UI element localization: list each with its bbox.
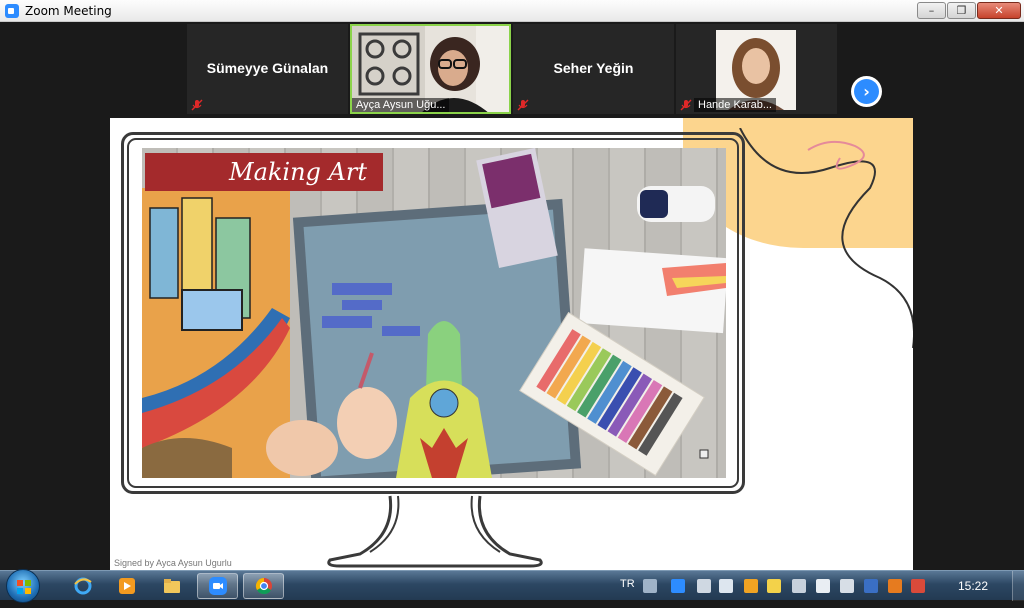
keyboard-icon[interactable] xyxy=(643,579,657,593)
zoom-tray-icon[interactable] xyxy=(671,579,685,593)
minimize-button[interactable]: – xyxy=(917,2,946,19)
mic-muted-icon xyxy=(517,99,529,111)
power-icon[interactable] xyxy=(816,579,830,593)
participant-name: Ayça Aysun Uğu... xyxy=(352,98,450,112)
folder-icon xyxy=(163,579,180,593)
participant-tile[interactable]: Sümeyye Günalan xyxy=(187,24,348,114)
show-desktop-button[interactable] xyxy=(1012,571,1024,601)
chrome-icon xyxy=(255,577,272,595)
zoom-app-icon xyxy=(5,3,19,18)
speaker-icon[interactable] xyxy=(840,579,854,593)
mic-muted-icon xyxy=(191,99,203,111)
notification-icon[interactable] xyxy=(744,579,758,593)
app-tray-icon[interactable] xyxy=(864,579,878,593)
participant-tile[interactable]: Hande Karab... xyxy=(676,24,837,114)
chevron-right-icon: › xyxy=(854,79,879,104)
display-icon[interactable] xyxy=(792,579,806,593)
next-participants-button[interactable]: › xyxy=(851,76,882,107)
start-button[interactable] xyxy=(6,569,40,603)
windows-taskbar: TR 15:22 xyxy=(0,569,1024,603)
art-video-frame: Making Art xyxy=(142,148,726,478)
internet-explorer-icon xyxy=(73,577,92,595)
mic-muted-icon xyxy=(680,99,692,111)
close-button[interactable]: ✕ xyxy=(977,2,1021,19)
zoom-meeting-area: Sümeyye Günalan Ayça Aysun Uğu... Seher … xyxy=(0,22,1024,570)
taskbar-file-explorer[interactable] xyxy=(151,573,192,599)
window-controls: – ❐ ✕ xyxy=(917,2,1021,19)
volume-icon[interactable] xyxy=(719,579,733,593)
taskbar-chrome[interactable] xyxy=(243,573,284,599)
video-title-banner: Making Art xyxy=(145,153,383,191)
shared-screen: Making Art Signed by Ayca Aysun Ugurlu xyxy=(110,118,913,570)
participant-tile[interactable]: Seher Yeğin xyxy=(513,24,674,114)
participant-name: Seher Yeğin xyxy=(553,60,634,76)
window-title: Zoom Meeting xyxy=(25,3,112,18)
art-video-content xyxy=(142,148,726,478)
participant-name: Hande Karab... xyxy=(694,98,776,112)
windows-logo-icon xyxy=(17,580,31,594)
office-tray-icon[interactable] xyxy=(888,579,902,593)
media-player-icon xyxy=(118,578,135,594)
taskbar-internet-explorer[interactable] xyxy=(62,573,103,599)
taskbar-zoom[interactable] xyxy=(197,573,238,599)
participant-tile-active-speaker[interactable]: Ayça Aysun Uğu... xyxy=(350,24,511,114)
zoom-icon xyxy=(208,577,227,595)
window-titlebar: Zoom Meeting – ❐ ✕ xyxy=(0,0,1024,22)
taskbar-clock[interactable]: 15:22 xyxy=(958,579,988,593)
language-indicator[interactable]: TR xyxy=(620,578,635,590)
maximize-button[interactable]: ❐ xyxy=(947,2,976,19)
monitor-stand-illustration xyxy=(327,495,543,568)
participant-name: Sümeyye Günalan xyxy=(206,60,329,76)
network-error-icon[interactable] xyxy=(911,579,925,593)
network-signal-icon[interactable] xyxy=(697,579,711,593)
taskbar-media-player[interactable] xyxy=(106,573,147,599)
security-icon[interactable] xyxy=(767,579,781,593)
signature-text: Signed by Ayca Aysun Ugurlu xyxy=(114,558,232,568)
